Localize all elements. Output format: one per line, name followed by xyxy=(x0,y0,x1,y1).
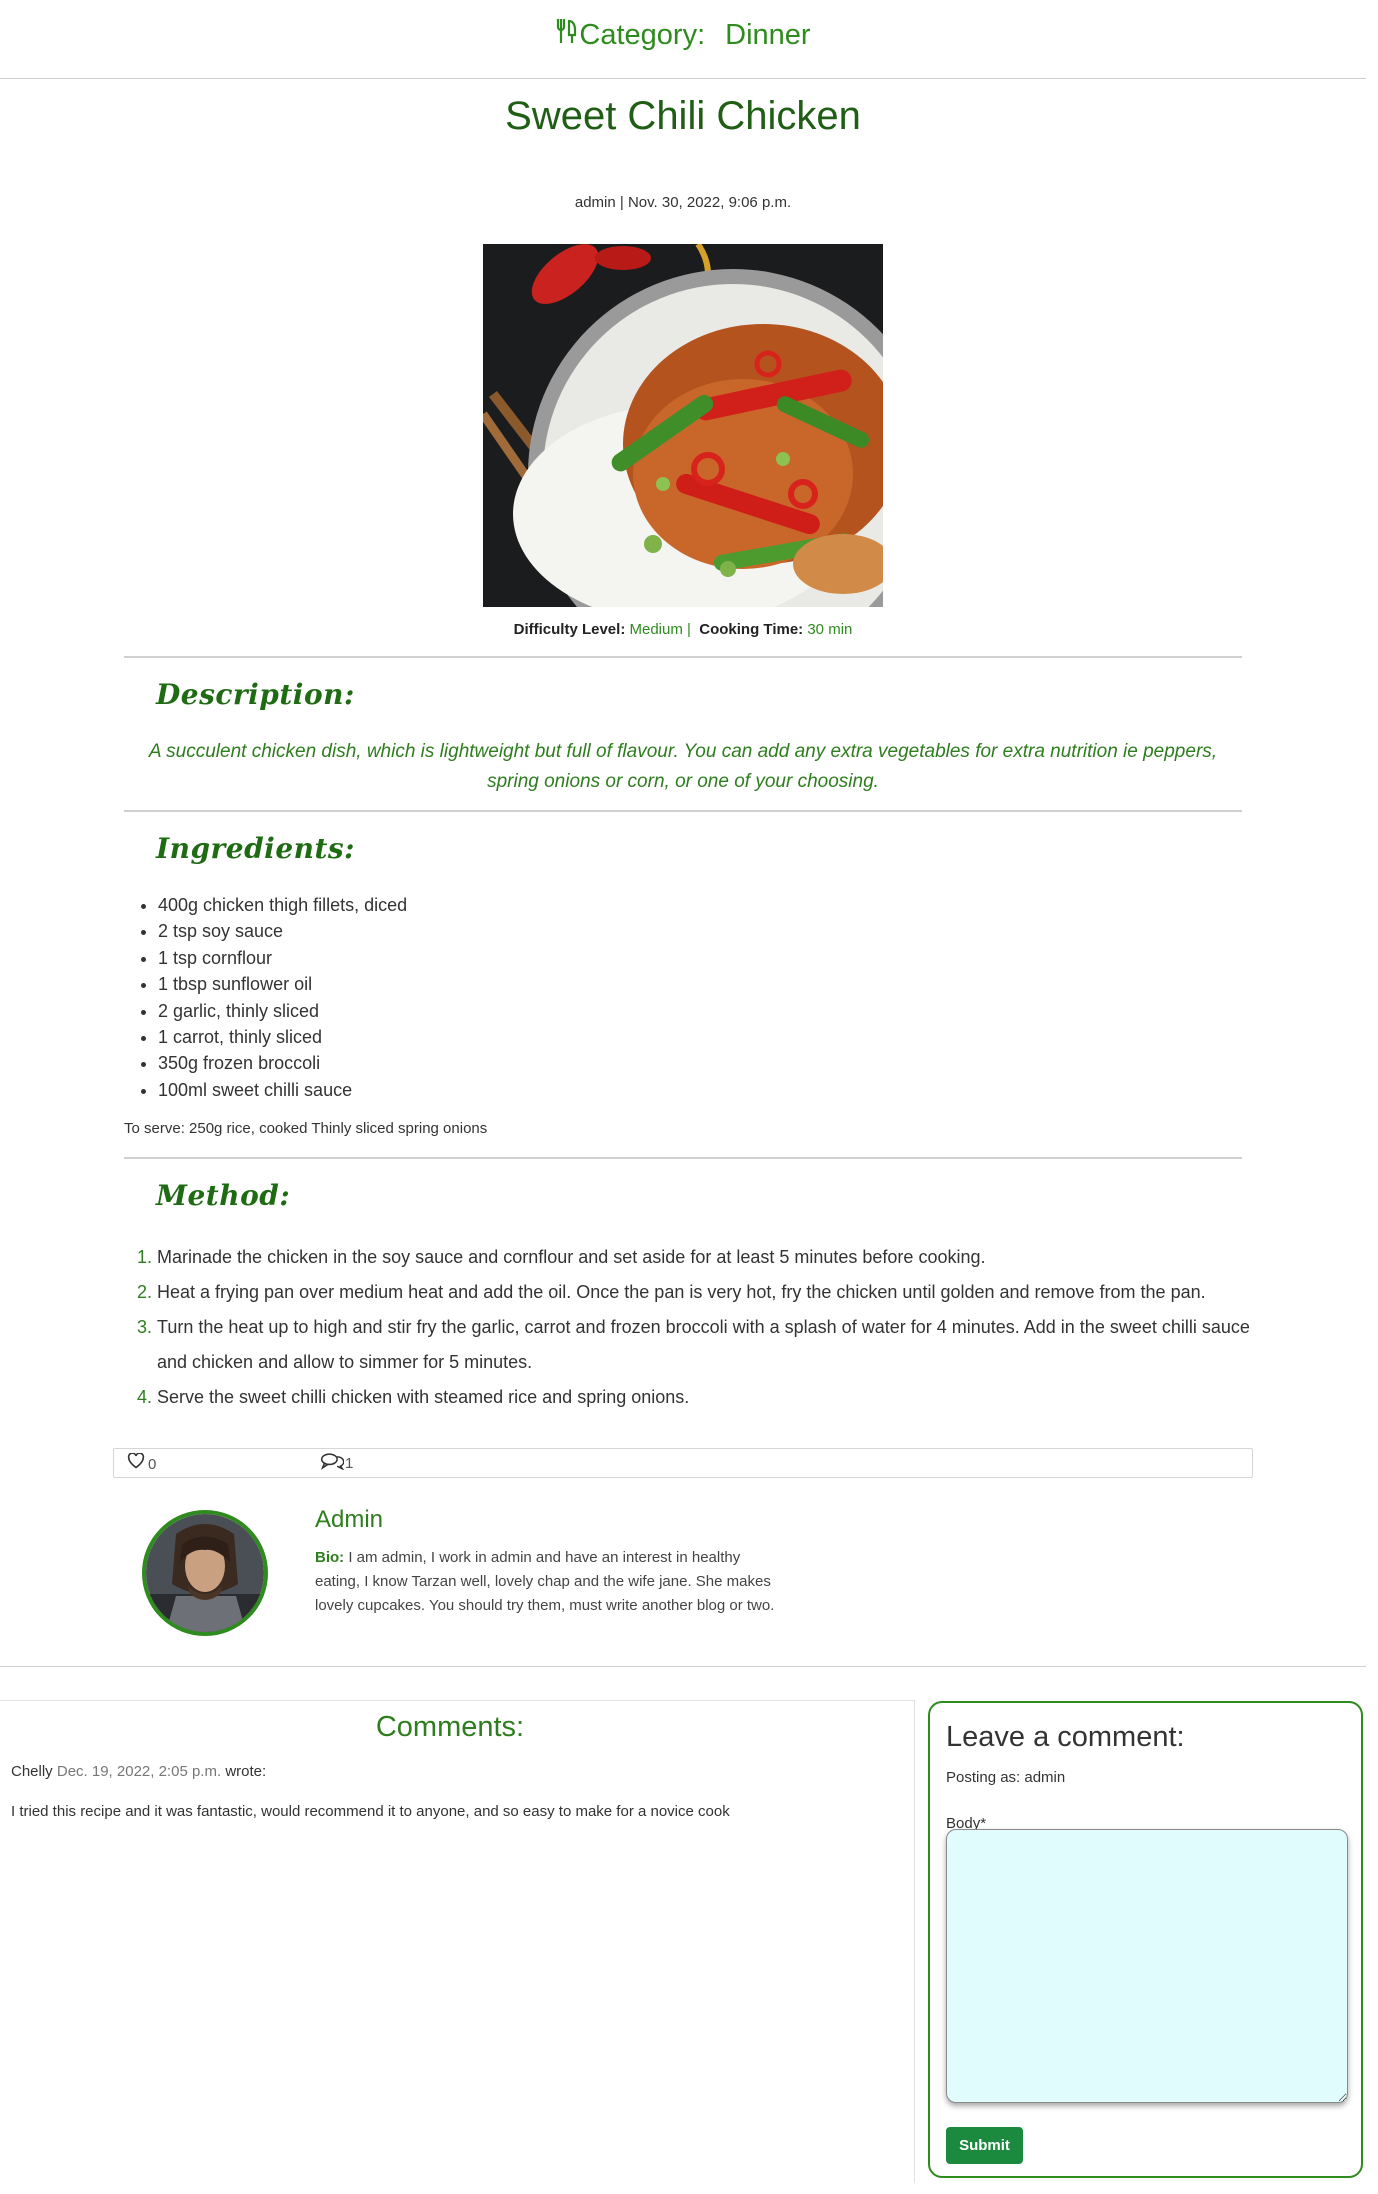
comment-body-input[interactable] xyxy=(946,1829,1348,2103)
post-meta: admin | Nov. 30, 2022, 9:06 p.m. xyxy=(574,194,792,211)
cooking-time-label: Cooking Time: xyxy=(699,621,804,638)
ingredients-heading: Ingredients: xyxy=(156,832,356,865)
description-text: A succulent chicken dish, which is light… xyxy=(148,741,1218,792)
author-avatar xyxy=(142,1510,268,1636)
heart-icon[interactable] xyxy=(127,1451,145,1473)
method-step: Turn the heat up to high and stir fry th… xyxy=(157,1310,1267,1380)
ingredient-item: 350g frozen broccoli xyxy=(158,1050,407,1076)
comment-date: Dec. 19, 2022, 2:05 p.m. xyxy=(56,1763,222,1780)
difficulty-label: Difficulty Level: xyxy=(513,621,626,638)
description-heading: Description: xyxy=(156,678,355,711)
category-label: Category: xyxy=(579,18,706,51)
comments-panel: Comments: Chelly Dec. 19, 2022, 2:05 p.m… xyxy=(0,1700,915,2183)
serving-note: To serve: 250g rice, cooked Thinly slice… xyxy=(124,1120,488,1137)
recipe-title: Sweet Chili Chicken xyxy=(505,94,861,138)
comments-icon xyxy=(320,1452,345,1474)
divider xyxy=(124,656,1242,658)
ingredient-item: 2 tsp soy sauce xyxy=(158,918,407,944)
stats-separator: | xyxy=(687,621,691,638)
comment-body: I tried this recipe and it was fantastic… xyxy=(11,1803,730,1820)
comment-form-heading: Leave a comment: xyxy=(946,1721,1185,1753)
author-name: Admin xyxy=(315,1506,384,1533)
method-steps: Marinade the chicken in the soy sauce an… xyxy=(128,1240,1267,1415)
like-count: 0 xyxy=(148,1456,157,1473)
difficulty-value: Medium xyxy=(629,621,683,638)
comments-heading: Comments: xyxy=(375,1711,525,1743)
like-button[interactable]: 0 xyxy=(127,1451,157,1473)
category-link-dinner[interactable]: Dinner xyxy=(725,19,810,52)
method-step: Serve the sweet chilli chicken with stea… xyxy=(157,1380,1267,1415)
bio-text: I am admin, I work in admin and have an … xyxy=(315,1549,775,1614)
category-header: Category: Dinner xyxy=(0,0,1366,79)
comment-count-button[interactable]: 1 xyxy=(320,1452,353,1474)
comment-form: Leave a comment: Posting as: admin Body*… xyxy=(928,1701,1363,2178)
method-heading: Method: xyxy=(156,1179,291,1212)
recipe-stats: Difficulty Level: Medium | Cooking Time:… xyxy=(0,621,1366,638)
ingredient-item: 1 carrot, thinly sliced xyxy=(158,1024,407,1050)
divider xyxy=(0,1666,1366,1667)
comment-count: 1 xyxy=(345,1454,354,1472)
author-bio: Bio: I am admin, I work in admin and hav… xyxy=(315,1546,775,1618)
ingredient-item: 1 tbsp sunflower oil xyxy=(158,971,407,997)
submit-button[interactable]: Submit xyxy=(946,2127,1023,2164)
ingredient-item: 100ml sweet chilli sauce xyxy=(158,1077,407,1103)
method-step: Heat a frying pan over medium heat and a… xyxy=(157,1275,1267,1310)
comment-wrote: wrote: xyxy=(225,1763,267,1780)
ingredient-item: 2 garlic, thinly sliced xyxy=(158,998,407,1024)
ingredient-item: 1 tsp cornflour xyxy=(158,945,407,971)
ingredients-list: 400g chicken thigh fillets, diced 2 tsp … xyxy=(128,892,407,1103)
ingredient-item: 400g chicken thigh fillets, diced xyxy=(158,892,407,918)
divider xyxy=(124,1157,1242,1159)
comment-meta: Chelly Dec. 19, 2022, 2:05 p.m. wrote: xyxy=(11,1763,266,1780)
utensils-icon xyxy=(555,18,579,52)
bio-label: Bio: xyxy=(315,1549,345,1566)
divider xyxy=(124,810,1242,812)
recipe-image xyxy=(483,244,883,607)
posting-as: Posting as: admin xyxy=(946,1769,1066,1786)
method-step: Marinade the chicken in the soy sauce an… xyxy=(157,1240,1267,1275)
post-actions-bar: 0 1 xyxy=(113,1448,1253,1478)
cooking-time-value: 30 min xyxy=(807,621,853,638)
comment-author: Chelly xyxy=(11,1763,53,1780)
